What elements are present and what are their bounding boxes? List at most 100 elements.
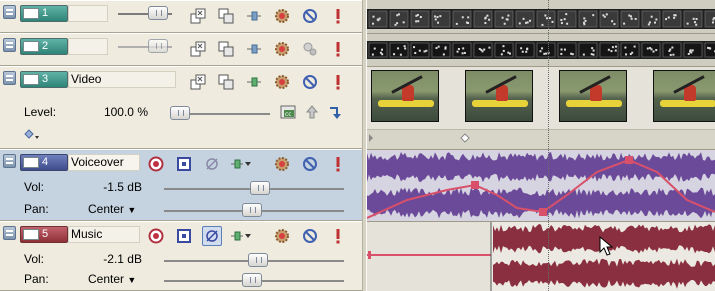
volume-slider[interactable] <box>164 181 344 195</box>
track-header-4[interactable]: 4 Voiceover Vol: -1.5 dB Pan: Center ▼ <box>0 149 362 221</box>
video-event-thumbnails[interactable] <box>367 41 715 59</box>
slider-thumb[interactable] <box>148 6 168 20</box>
solo-icon[interactable] <box>330 8 346 24</box>
gear-icon[interactable] <box>274 8 290 24</box>
input-monitor-icon[interactable] <box>176 228 192 244</box>
grip-icon[interactable] <box>3 154 16 168</box>
pan-slider[interactable] <box>164 203 344 217</box>
track-header-3[interactable]: 3 Video Level: 100.0 % cc <box>0 66 362 149</box>
track-badge-icon <box>23 229 39 240</box>
video-frame-thumbnail[interactable] <box>653 70 715 122</box>
mute-icon[interactable] <box>302 228 318 244</box>
mute-icon[interactable] <box>302 156 318 172</box>
level-slider[interactable] <box>170 106 270 120</box>
track-name-field[interactable]: Voiceover <box>68 154 140 171</box>
fx-chain-icon[interactable] <box>230 156 252 172</box>
track-number-badge[interactable]: 1 <box>20 5 68 22</box>
solo-icon[interactable] <box>330 228 346 244</box>
track-number-badge[interactable]: 4 <box>20 154 68 171</box>
playhead-cursor[interactable] <box>548 0 549 291</box>
slider-thumb[interactable] <box>248 253 268 267</box>
invert-phase-icon[interactable] <box>202 226 222 246</box>
solo-icon[interactable] <box>330 74 346 90</box>
video-frame-thumbnail[interactable] <box>465 70 533 122</box>
slider-thumb[interactable] <box>242 203 262 217</box>
fx-chain-icon[interactable] <box>230 228 252 244</box>
compositing-icon[interactable] <box>218 41 234 57</box>
vol-value[interactable]: -1.5 dB <box>74 180 142 194</box>
mute-icon[interactable] <box>302 74 318 90</box>
timeline-lane-1[interactable] <box>367 0 715 33</box>
solo-icon[interactable] <box>330 41 346 57</box>
track-name-field[interactable]: Music <box>68 226 140 243</box>
video-frame-thumbnail[interactable] <box>371 70 439 122</box>
motion-icon[interactable] <box>246 41 262 57</box>
svg-text:cc: cc <box>285 111 292 118</box>
pan-mode-dropdown[interactable]: Center ▼ <box>88 272 136 286</box>
gear-icon[interactable] <box>274 74 290 90</box>
track-number-badge[interactable]: 2 <box>20 38 68 55</box>
slider-thumb[interactable] <box>242 273 262 287</box>
fx-icon[interactable] <box>190 8 206 24</box>
compositing-icon[interactable] <box>218 74 234 90</box>
voiceover-audio-event[interactable] <box>367 150 715 221</box>
track-header-5[interactable]: 5 Music Vol: -2.1 dB Pan: Center ▼ <box>0 221 362 291</box>
video-event-thumbnails[interactable] <box>367 9 715 29</box>
grip-icon[interactable] <box>3 5 16 19</box>
make-child-icon[interactable] <box>328 104 344 120</box>
track-badge-icon <box>23 74 39 85</box>
timeline-lane-3[interactable] <box>367 67 715 149</box>
track-number-badge[interactable]: 3 <box>20 71 68 88</box>
motion-icon[interactable] <box>246 74 262 90</box>
timeline-area[interactable] <box>367 0 715 291</box>
volume-slider[interactable] <box>164 253 344 267</box>
mute-icon[interactable] <box>302 41 318 57</box>
track-header-panel: 1 2 3 Video Level: 100.0 % cc 4 Voiceove… <box>0 0 362 291</box>
pan-mode-dropdown[interactable]: Center ▼ <box>88 202 136 216</box>
track-number: 3 <box>42 73 49 85</box>
track-level-slider[interactable] <box>118 6 172 20</box>
grip-icon[interactable] <box>3 226 16 240</box>
gear-icon[interactable] <box>274 228 290 244</box>
track-level-slider[interactable] <box>118 39 172 53</box>
track-number: 2 <box>42 40 49 52</box>
invert-phase-icon[interactable] <box>204 156 220 172</box>
video-frame-thumbnail[interactable] <box>559 70 627 122</box>
level-value[interactable]: 100.0 % <box>78 105 148 119</box>
solo-icon[interactable] <box>330 156 346 172</box>
slider-thumb[interactable] <box>250 181 270 195</box>
slider-thumb[interactable] <box>148 39 168 53</box>
mute-icon[interactable] <box>302 8 318 24</box>
keyframe-strip[interactable] <box>367 129 715 149</box>
fx-icon[interactable] <box>190 74 206 90</box>
level-label: Level: <box>24 105 57 119</box>
slider-thumb[interactable] <box>170 106 190 120</box>
track-badge-icon <box>23 8 39 19</box>
music-audio-event[interactable] <box>367 222 715 291</box>
parent-up-icon[interactable] <box>304 104 320 120</box>
track-name-field[interactable]: Video <box>68 71 176 88</box>
compositing-icon[interactable] <box>218 8 234 24</box>
track-header-1[interactable]: 1 <box>0 0 362 33</box>
cc-bus-icon[interactable]: cc <box>280 104 296 120</box>
grip-icon[interactable] <box>3 38 16 52</box>
timeline-lane-5[interactable] <box>367 222 715 291</box>
grip-icon[interactable] <box>3 71 16 85</box>
fx-icon[interactable] <box>190 41 206 57</box>
timeline-lane-4[interactable] <box>367 150 715 221</box>
track-number-badge[interactable]: 5 <box>20 226 68 243</box>
track-number: 5 <box>42 228 49 240</box>
motion-icon[interactable] <box>246 8 262 24</box>
track-header-2[interactable]: 2 <box>0 33 362 66</box>
pan-slider[interactable] <box>164 273 344 287</box>
vol-value[interactable]: -2.1 dB <box>74 252 142 266</box>
gear-icon[interactable] <box>274 156 290 172</box>
record-arm-icon[interactable] <box>148 228 164 244</box>
expand-keyframes-icon[interactable] <box>24 127 40 143</box>
input-monitor-icon[interactable] <box>176 156 192 172</box>
timeline-lane-2[interactable] <box>367 34 715 66</box>
track-name-field[interactable] <box>68 5 108 22</box>
gear-icon[interactable] <box>274 41 290 57</box>
track-name-field[interactable] <box>68 38 108 55</box>
record-arm-icon[interactable] <box>148 156 164 172</box>
